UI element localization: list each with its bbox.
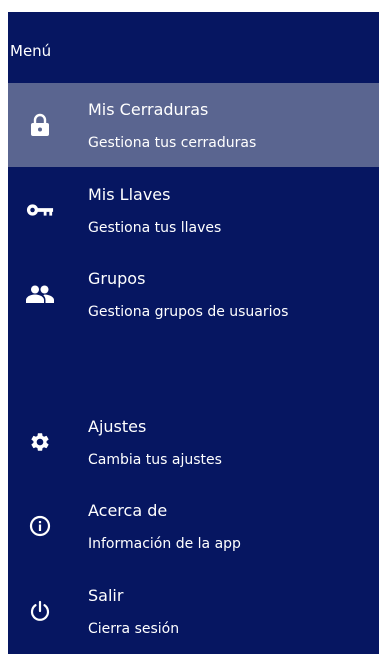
menu-item-subtitle: Gestiona grupos de usuarios <box>88 304 289 320</box>
menu-item-salir[interactable]: Salir Cierra sesión <box>8 569 379 653</box>
menu-item-subtitle: Información de la app <box>88 536 241 552</box>
lock-icon <box>26 111 54 139</box>
menu-item-mis-llaves[interactable]: Mis Llaves Gestiona tus llaves <box>8 168 379 252</box>
menu-item-title: Mis Cerraduras <box>88 100 209 119</box>
group-icon <box>26 280 54 308</box>
info-icon <box>26 512 54 540</box>
menu-item-title: Salir <box>88 586 124 605</box>
menu-item-subtitle: Cambia tus ajustes <box>88 452 222 468</box>
menu-item-title: Ajustes <box>88 417 147 436</box>
menu-item-title: Grupos <box>88 269 146 288</box>
menu-item-subtitle: Gestiona tus cerraduras <box>88 135 257 151</box>
menu-item-ajustes[interactable]: Ajustes Cambia tus ajustes <box>8 400 379 484</box>
menu-item-acerca-de[interactable]: Acerca de Información de la app <box>8 484 379 568</box>
key-icon <box>26 196 54 224</box>
drawer-title: Menú <box>10 42 52 60</box>
power-icon <box>26 597 54 625</box>
gear-icon <box>26 428 54 456</box>
navigation-drawer: Menú Mis Cerraduras Gestiona tus cerradu… <box>8 12 379 654</box>
menu-item-title: Acerca de <box>88 501 168 520</box>
menu-item-subtitle: Cierra sesión <box>88 621 180 637</box>
menu-item-subtitle: Gestiona tus llaves <box>88 220 222 236</box>
menu-item-grupos[interactable]: Grupos Gestiona grupos de usuarios <box>8 252 379 336</box>
drawer-header: Menú <box>8 12 379 84</box>
menu-item-mis-cerraduras[interactable]: Mis Cerraduras Gestiona tus cerraduras <box>8 83 379 167</box>
menu-item-title: Mis Llaves <box>88 185 171 204</box>
